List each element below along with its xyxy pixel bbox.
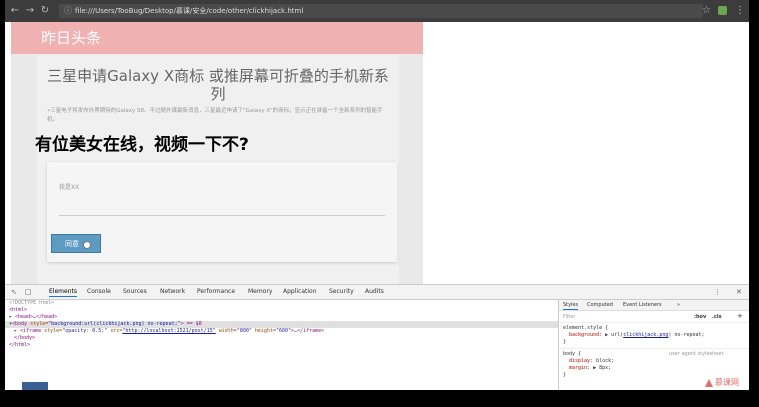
dom-iframe-style-val: "opacity: 0.5;": [62, 328, 108, 334]
dom-body-tag: <body: [12, 321, 28, 327]
reload-icon[interactable]: ↻: [39, 5, 51, 17]
margin-prop: margin: [569, 365, 588, 371]
page-info-icon[interactable]: ⓘ: [64, 6, 72, 16]
display-val: : block;: [590, 358, 615, 364]
styles-filter-input[interactable]: Filter: [563, 313, 575, 321]
styles-tabs: Styles Computed Event Listeners »: [559, 300, 749, 311]
dom-iframe-node[interactable]: ▸ <iframe style="opacity: 0.5;" src="htt…: [14, 328, 324, 335]
filter-row: Filter :hov .cls +: [559, 312, 749, 323]
devtools-toolbar: ⬁ □ Elements Console Sources Network Per…: [5, 285, 749, 300]
site-logo: 昨日头条: [41, 29, 102, 47]
comment-form: 我是XX 同意: [47, 162, 397, 262]
tab-console[interactable]: Console: [87, 288, 111, 296]
body-selector: body {: [563, 351, 582, 357]
tab-audits[interactable]: Audits: [365, 288, 384, 296]
dom-tree: <!DOCTYPE html> <html> ▸ <head>…</head> …: [5, 300, 558, 390]
cls-toggle[interactable]: .cls: [712, 313, 722, 321]
devtools-panel: ⬁ □ Elements Console Sources Network Per…: [5, 284, 749, 390]
address-bar[interactable]: ⓘ file:///Users/TooBug/Desktop/慕课/安全/cod…: [59, 4, 703, 18]
new-rule-icon[interactable]: +: [737, 312, 743, 321]
dom-body-val: "background:url(clickhijack.png) no-repe…: [48, 321, 181, 327]
dom-body-close[interactable]: </body>: [14, 335, 35, 342]
background-suffix: ) no-repeat;: [668, 332, 705, 338]
tab-application[interactable]: Application: [283, 288, 317, 296]
dom-iframe-width-val: "800": [236, 328, 252, 334]
lure-text: 有位美女在线，视频一下不?: [35, 135, 249, 155]
video-seek-handle[interactable]: [380, 384, 384, 388]
tab-computed[interactable]: Computed: [587, 302, 613, 309]
hov-toggle[interactable]: :hov: [694, 313, 706, 321]
dom-html-open[interactable]: <html>: [9, 307, 27, 314]
background-url-link[interactable]: clickhijack.png: [623, 332, 668, 338]
browser-toolbar: ← → ↻ ⓘ file:///Users/TooBug/Desktop/慕课/…: [5, 0, 749, 22]
tab-security[interactable]: Security: [329, 288, 354, 296]
display-prop: display: [569, 358, 591, 364]
dom-html-close[interactable]: </html>: [9, 342, 30, 349]
more-options-icon[interactable]: ⋮: [714, 287, 721, 297]
dom-iframe-width-attr: width=: [218, 328, 237, 334]
tab-performance[interactable]: Performance: [197, 288, 235, 296]
clickjack-frame: 昨日头条 三星申请Galaxy X商标 或推屏幕可折叠的手机新系列 •三星电子将…: [11, 22, 423, 284]
input-underline: [59, 215, 385, 216]
device-toolbar-icon[interactable]: □: [25, 287, 32, 297]
dom-body-node[interactable]: ▾<body style="background:url(clickhijack…: [5, 321, 558, 328]
dom-iframe-src-link[interactable]: "http://localhost:1521/post/15": [122, 328, 215, 334]
video-progress-bar[interactable]: [22, 382, 48, 390]
tab-styles[interactable]: Styles: [563, 302, 579, 310]
margin-val: : ▶ 8px;: [587, 365, 612, 371]
dom-iframe-src-attr: src=: [110, 328, 123, 334]
style-rule-display: display: block;: [569, 358, 614, 365]
tab-elements[interactable]: Elements: [49, 288, 77, 297]
submit-button[interactable]: 同意: [51, 234, 101, 253]
background-prop: background: [569, 332, 600, 338]
tab-memory[interactable]: Memory: [248, 288, 272, 296]
article-headline: 三星申请Galaxy X商标 或推屏幕可折叠的手机新系列: [47, 67, 389, 103]
styles-pane: Styles Computed Event Listeners » Filter…: [558, 300, 749, 390]
dom-doctype: <!DOCTYPE html>: [9, 300, 55, 306]
page-viewport: 昨日头条 三星申请Galaxy X商标 或推屏幕可折叠的手机新系列 •三星电子将…: [5, 22, 749, 284]
bookmark-star-icon[interactable]: ☆: [702, 4, 711, 18]
dom-iframe-style-attr: style=: [44, 328, 63, 334]
browser-window: ← → ↻ ⓘ file:///Users/TooBug/Desktop/慕课/…: [5, 0, 749, 390]
dom-iframe-height-attr: height=: [254, 328, 276, 334]
dom-iframe-end: >…</iframe>: [291, 328, 325, 334]
browser-menu-icon[interactable]: ⋮: [735, 4, 745, 18]
address-url[interactable]: file:///Users/TooBug/Desktop/慕课/安全/code/…: [75, 6, 303, 16]
dom-body-end: > == $0: [180, 321, 202, 327]
forward-icon[interactable]: →: [24, 5, 36, 17]
watermark: 慕课网: [715, 378, 739, 387]
style-rule-margin: margin: ▶ 8px;: [569, 365, 611, 372]
dom-iframe-height-val: "600": [275, 328, 292, 334]
rule-divider: [559, 348, 749, 349]
extension-icon[interactable]: [718, 6, 727, 15]
inspect-element-icon[interactable]: ⬁: [11, 287, 17, 297]
close-devtools-icon[interactable]: ✕: [736, 287, 742, 297]
element-style-selector: element.style {: [563, 325, 609, 331]
dom-body-attr: style=: [30, 321, 49, 327]
ua-stylesheet-label: user agent stylesheet: [669, 351, 724, 357]
body-rule-close: }: [563, 372, 567, 378]
dom-head-node[interactable]: ▸ <head>…</head>: [9, 314, 57, 321]
back-icon[interactable]: ←: [9, 5, 21, 17]
background-prefix: : ▶ url(: [599, 332, 624, 338]
comment-input[interactable]: 我是XX: [59, 184, 79, 192]
tab-network[interactable]: Network: [160, 288, 185, 296]
tab-event-listeners[interactable]: Event Listeners: [623, 302, 662, 309]
article-summary: •三星电子将发布外界期待的Galaxy S8。不过随外媒最新消息，三星最近申请了…: [47, 108, 383, 123]
dom-head: <head>…</head>: [15, 314, 58, 320]
element-style-close: }: [563, 339, 567, 345]
watermark-logo-icon: [705, 379, 713, 387]
site-header: 昨日头条: [11, 22, 423, 54]
style-rule-background[interactable]: background: ▶ url(clickhijack.png) no-re…: [569, 332, 704, 339]
more-tabs-icon[interactable]: »: [677, 302, 680, 309]
tab-sources[interactable]: Sources: [123, 288, 147, 296]
dom-iframe-tag: <iframe: [20, 328, 42, 334]
mouse-cursor-icon: [83, 241, 91, 249]
